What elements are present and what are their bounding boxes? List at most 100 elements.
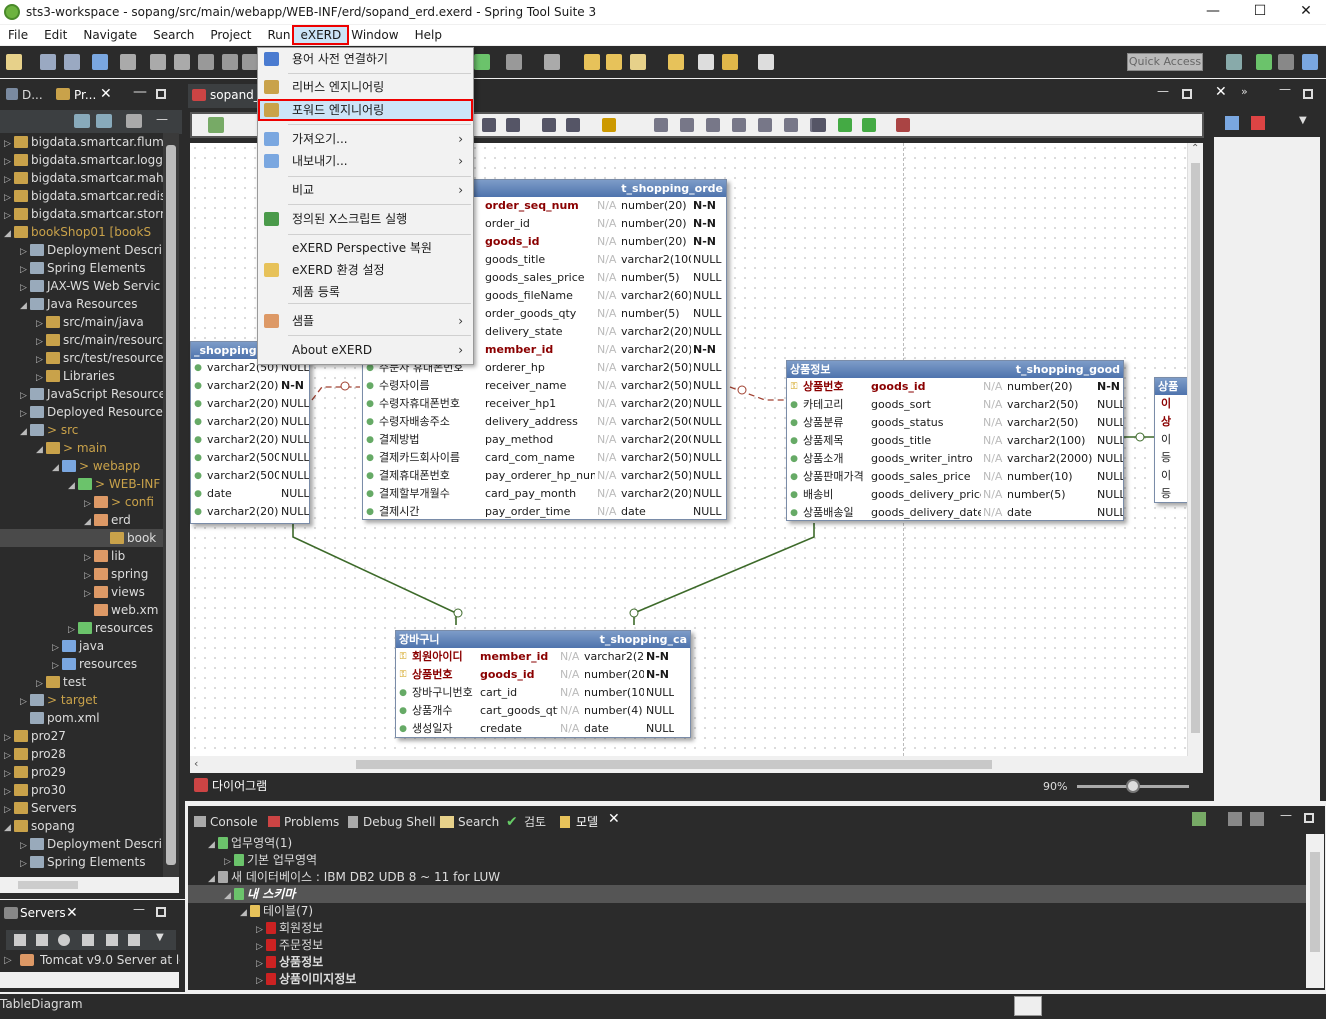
tree-item[interactable]: ▷ src/main/java bbox=[36, 313, 163, 331]
entity-column-row[interactable]: ⚿ 회원아이디 member_id N/A varchar2(20)N-N bbox=[396, 648, 690, 666]
tree-item[interactable]: ▷ src/test/resource bbox=[36, 349, 163, 367]
tree-item[interactable]: ▷ Spring Elements bbox=[20, 259, 163, 277]
exerd-menu-item[interactable]: 가져오기... › bbox=[258, 128, 473, 150]
tree-item[interactable]: ▷ Servers bbox=[4, 799, 163, 817]
exerd-menu-item[interactable]: 정의된 X스크립트 실행 bbox=[258, 208, 473, 230]
exerd-menu-item[interactable]: 포워드 엔지니어링 bbox=[258, 99, 473, 121]
model-expand-icon[interactable]: ▷ bbox=[256, 972, 266, 988]
tab-console[interactable]: Console bbox=[210, 812, 258, 832]
entity-column-row[interactable]: ● 장바구니번호 cart_id N/A number(10) NULL bbox=[396, 684, 690, 702]
server-start-icon[interactable] bbox=[36, 934, 48, 946]
tree-expand-icon[interactable]: ▷ bbox=[36, 369, 46, 385]
entity-column-row[interactable]: ⚿ 상품번호 goods_id N/A number(20) N-N bbox=[787, 378, 1123, 396]
model-tree-item[interactable]: ▷ 상품이미지정보 bbox=[256, 970, 356, 988]
exerd-menu-item[interactable]: 비교 › bbox=[258, 179, 473, 201]
export-icon[interactable] bbox=[812, 118, 826, 132]
exerd-menu-item[interactable]: 용어 사전 연결하기 bbox=[258, 48, 473, 70]
entity-column-row[interactable]: ● varchar2(20) NULL bbox=[191, 413, 309, 431]
entity-column-row[interactable]: ● 결제휴대폰번호 pay_orderer_hp_num N/A varchar2(50… bbox=[363, 467, 726, 485]
tree-expand-icon[interactable]: ▷ bbox=[4, 801, 14, 817]
tree-scroll-thumb[interactable] bbox=[166, 145, 176, 865]
tab-debug-shell[interactable]: Debug Shell bbox=[363, 812, 436, 832]
tree-expand-icon[interactable]: ◢ bbox=[52, 459, 62, 475]
model-expand-icon[interactable]: ▷ bbox=[256, 955, 266, 971]
server-expand-icon[interactable]: ▷ bbox=[4, 955, 12, 966]
tree-expand-icon[interactable]: ◢ bbox=[84, 513, 94, 529]
model-view-icon-3[interactable] bbox=[1250, 812, 1264, 826]
tree-item[interactable]: ▷ pro30 bbox=[4, 781, 163, 799]
back-icon[interactable] bbox=[698, 54, 714, 70]
entity-goods-header[interactable]: 상품정보 t_shopping_good bbox=[787, 361, 1123, 378]
entity-column-row[interactable]: ⚿ 상품번호 goods_id N/A number(20) N-N bbox=[396, 666, 690, 684]
maximize-servers-icon[interactable] bbox=[156, 907, 166, 917]
entity-column-row[interactable]: ● 상품개수 cart_goods_qty N/A number(4) NULL bbox=[396, 702, 690, 720]
maximize-button[interactable]: ☐ bbox=[1237, 0, 1283, 24]
tree-expand-icon[interactable]: ▷ bbox=[20, 837, 30, 853]
minimize-right-icon[interactable]: — bbox=[1279, 82, 1291, 96]
relation-icon[interactable] bbox=[482, 118, 496, 132]
tree-expand-icon[interactable]: ▷ bbox=[84, 585, 94, 601]
tree-item[interactable]: ▷ test bbox=[36, 673, 163, 691]
zoom-slider[interactable] bbox=[1077, 779, 1189, 793]
tree-item[interactable]: ▷ Deployment Descri bbox=[20, 241, 163, 259]
tree-expand-icon[interactable]: ▷ bbox=[4, 729, 14, 745]
scroll-left-icon[interactable]: ‹ bbox=[194, 757, 198, 770]
align-middle-icon[interactable] bbox=[758, 118, 772, 132]
tree-expand-icon[interactable]: ▷ bbox=[4, 189, 14, 205]
entity-column-row[interactable]: ● date NULL bbox=[191, 485, 309, 503]
help-icon[interactable] bbox=[896, 118, 910, 132]
menu-project[interactable]: Project bbox=[202, 25, 259, 45]
tree-item[interactable]: pom.xml bbox=[20, 709, 163, 727]
entity-column-row[interactable]: 등 bbox=[1155, 449, 1187, 467]
tree-expand-icon[interactable]: ◢ bbox=[36, 441, 46, 457]
server-stop-icon[interactable] bbox=[106, 934, 118, 946]
close-button[interactable]: ✕ bbox=[1283, 0, 1326, 24]
tree-expand-icon[interactable]: ▷ bbox=[20, 279, 30, 295]
entity-column-row[interactable]: 이 bbox=[1155, 467, 1187, 485]
tree-item[interactable]: ▷ pro29 bbox=[4, 763, 163, 781]
model-scroll-thumb[interactable] bbox=[1310, 852, 1320, 952]
minimize-explorer-icon[interactable]: — bbox=[156, 112, 168, 126]
print-diagram-icon[interactable] bbox=[566, 118, 580, 132]
maximize-editor-icon[interactable] bbox=[1182, 89, 1192, 99]
entity-column-row[interactable]: ● 수령자배송주소 delivery_address N/A varchar2(500)… bbox=[363, 413, 726, 431]
entity-column-row[interactable]: ● 결제할부개월수 card_pay_month N/A varchar2(20) NUL… bbox=[363, 485, 726, 503]
model-tree-item[interactable]: ▷ 주문정보 bbox=[256, 936, 323, 954]
view-menu-icon[interactable] bbox=[126, 114, 142, 128]
tree-item[interactable]: ▷ Libraries bbox=[36, 367, 163, 385]
tree-expand-icon[interactable]: ▷ bbox=[20, 243, 30, 259]
model-view-icon-1[interactable] bbox=[1192, 812, 1206, 826]
server-menu-icon[interactable]: ▼ bbox=[156, 932, 164, 943]
entity-column-row[interactable]: ● 상품분류 goods_status N/A varchar2(50) NULL bbox=[787, 414, 1123, 432]
entity-column-row[interactable]: ● 상품배송일 goods_delivery_date N/A date NULL bbox=[787, 504, 1123, 522]
zoom-slider-thumb[interactable] bbox=[1126, 779, 1140, 793]
tree-expand-icon[interactable]: ▷ bbox=[4, 135, 14, 151]
tree-item[interactable]: ▷ views bbox=[84, 583, 163, 601]
model-expand-icon[interactable]: ▷ bbox=[256, 938, 266, 954]
entity-column-row[interactable]: ● 카테고리 goods_sort N/A varchar2(50) NULL bbox=[787, 396, 1123, 414]
tree-item[interactable]: ◢ > main bbox=[36, 439, 163, 457]
servers-hscroll[interactable] bbox=[0, 972, 179, 988]
minimize-servers-icon[interactable]: — bbox=[133, 902, 145, 916]
align-top-icon[interactable] bbox=[732, 118, 746, 132]
canvas-horizontal-scrollbar[interactable]: ‹ bbox=[190, 756, 1203, 773]
server-profile-icon[interactable] bbox=[58, 934, 70, 946]
canvas-hscroll-thumb[interactable] bbox=[356, 760, 992, 769]
tree-item[interactable]: ▷ > confi bbox=[84, 493, 163, 511]
tab-model[interactable]: 모델 bbox=[576, 812, 598, 832]
exerd-menu-item[interactable]: eXERD Perspective 복원 bbox=[258, 237, 473, 259]
tree-item[interactable]: web.xm bbox=[84, 601, 163, 619]
maximize-right-icon[interactable] bbox=[1303, 89, 1313, 99]
tree-expand-icon[interactable]: ▷ bbox=[36, 351, 46, 367]
resume-icon[interactable] bbox=[150, 54, 166, 70]
exerd-menu-item[interactable]: 내보내기... › bbox=[258, 150, 473, 172]
tree-item[interactable]: ▷ Deployed Resources bbox=[20, 403, 163, 421]
close-right-view-icon[interactable]: ✕ bbox=[1215, 84, 1227, 100]
editor-tab[interactable]: sopand_e bbox=[188, 84, 268, 108]
entity-column-row[interactable]: 등 bbox=[1155, 485, 1187, 503]
tree-expand-icon[interactable]: ▷ bbox=[52, 639, 62, 655]
tab-review[interactable]: 검토 bbox=[524, 812, 546, 832]
tree-item[interactable]: ◢ > src bbox=[20, 421, 163, 439]
entity-column-row[interactable]: ● 상품판매가격 goods_sales_price N/A number(10) NUL… bbox=[787, 468, 1123, 486]
tree-item[interactable]: ▷ bigdata.smartcar.maho bbox=[4, 169, 163, 187]
